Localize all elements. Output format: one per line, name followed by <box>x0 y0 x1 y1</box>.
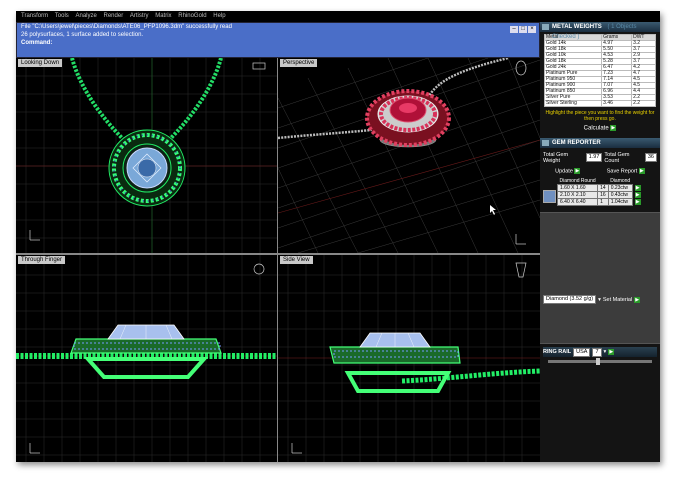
slider-handle[interactable] <box>596 358 600 366</box>
menu-help[interactable]: Help <box>213 13 225 19</box>
total-gem-count-label: Total Gem Count <box>604 151 630 164</box>
menu-bar: Transform Tools Analyze Render Artistry … <box>16 11 660 22</box>
gem-row: 2.10 X 2.10 16 0.43ctw ▶ <box>556 191 644 200</box>
gem-actions-row: Update ▶ Save Report ▶ <box>543 167 657 175</box>
menu-artistry[interactable]: Artistry <box>130 13 149 19</box>
viewport-perspective[interactable]: Perspective <box>278 58 540 253</box>
gem-totals-row: Total Gem Weight 1.97 Total Gem Count 36 <box>543 152 657 164</box>
ring-rail-title: RING RAIL <box>543 349 572 356</box>
gem-row: 1.60 X 1.60 14 0.23ctw ▶ <box>556 184 644 193</box>
panel-empty-area: Diamond (3.52 g/g) ▾ Set Material ▶ <box>540 212 660 345</box>
ring-rail-button[interactable]: ▶ <box>608 349 615 356</box>
gem-column-header: Diamond <box>610 178 631 185</box>
viewport-label[interactable]: Looking Down <box>18 59 63 67</box>
menu-analyze[interactable]: Analyze <box>75 13 96 19</box>
application-window: Transform Tools Analyze Render Artistry … <box>16 11 660 462</box>
material-select[interactable]: Diamond (3.52 g/g) <box>543 295 597 305</box>
gem-cell: 14 <box>597 184 609 193</box>
total-gem-weight-label: Total Gem Weight <box>543 151 569 164</box>
ring-size-slider[interactable] <box>548 358 652 366</box>
gem-cell: 16 <box>597 191 609 200</box>
calculate-button[interactable]: ▶ <box>610 125 617 131</box>
file-read-line: File "C:\Users\jewel\pieces\Diamonds\ATE… <box>21 24 232 30</box>
calculate-label: Calculate <box>583 125 609 132</box>
set-material-label: Set Material <box>602 296 633 303</box>
ring-rail-row: RING RAIL USA 7 ▾ ▶ <box>543 347 657 358</box>
save-report-label: Save Report <box>606 168 638 175</box>
viewport-through-finger[interactable]: Through Finger <box>16 255 277 462</box>
close-button[interactable]: × <box>528 26 536 33</box>
update-button[interactable]: ▶ <box>574 167 581 174</box>
menu-transform[interactable]: Transform <box>21 13 48 19</box>
viewport-label[interactable]: Side View <box>280 256 313 264</box>
update-label: Update <box>555 168 573 175</box>
gem-cell: 1 <box>597 198 609 207</box>
minimize-button[interactable]: – <box>510 26 518 33</box>
total-gem-weight-field[interactable]: 1.97 <box>585 153 603 163</box>
table-cell: Silver Sterling <box>543 100 603 107</box>
gem-table: Diamond Round Diamond 1.60 X 1.60 14 0.23c… <box>556 178 644 207</box>
gem-select-button[interactable]: ▶ <box>634 191 641 198</box>
side-view-render <box>278 255 540 462</box>
total-gem-count-field[interactable]: 36 <box>644 153 657 163</box>
top-view-render <box>16 58 277 253</box>
gem-cell: 6.40 X 6.40 <box>556 198 599 207</box>
gem-column-header: Diamond Round <box>559 178 596 185</box>
panel-icon <box>542 139 549 146</box>
viewport-label[interactable]: Perspective <box>280 59 318 67</box>
material-row: Diamond (3.52 g/g) ▾ Set Material ▶ <box>543 295 657 305</box>
ring-size-select[interactable]: 7 <box>592 347 602 357</box>
gem-cell: 1.04ctw <box>607 198 633 207</box>
restore-button[interactable]: □ <box>519 26 527 33</box>
panel-icon <box>542 24 549 30</box>
command-prompt[interactable]: Command: <box>17 39 539 47</box>
table-row: Silver Sterling 3.46 2.2 <box>543 100 656 107</box>
metal-weights-note: Highlight the piece you want to find the… <box>545 110 655 122</box>
table-cell: 2.2 <box>631 100 656 107</box>
ring-region-select[interactable]: USA <box>573 347 591 357</box>
metal-weights-table: Metal Grams DWT Gold 14k4.973.2Gold 18k5… <box>543 34 656 107</box>
gem-row: 6.40 X 6.40 1 1.04ctw ▶ <box>556 198 644 207</box>
gem-cell: 0.23ctw <box>607 184 633 193</box>
save-report-button[interactable]: ▶ <box>638 167 645 174</box>
viewport-divider-vertical[interactable] <box>277 58 278 462</box>
chevron-down-icon[interactable]: ▾ <box>604 349 607 355</box>
table-cell: 3.46 <box>601 100 633 107</box>
perspective-render <box>278 58 540 253</box>
chevron-down-icon[interactable]: ▾ <box>598 297 601 303</box>
viewport-side-view[interactable]: Side View <box>278 255 540 462</box>
command-history: File "C:\Users\jewel\pieces\Diamonds\ATE… <box>16 22 540 58</box>
set-material-button[interactable]: ▶ <box>634 296 641 303</box>
selection-line: 26 polysurfaces, 1 surface added to sele… <box>21 32 144 38</box>
viewport-label[interactable]: Through Finger <box>18 256 66 264</box>
gem-select-button[interactable]: ▶ <box>634 198 641 205</box>
metal-weights-title: METAL WEIGHTS <box>552 24 602 30</box>
gem-cell: 0.43ctw <box>607 191 633 200</box>
calculate-row: Calculate ▶ <box>540 125 660 132</box>
gem-cell: 1.60 X 1.60 <box>556 184 599 193</box>
menu-render[interactable]: Render <box>104 13 124 19</box>
front-view-render <box>16 255 277 462</box>
gem-reporter-title: GEM REPORTER <box>552 139 601 146</box>
viewport-looking-down[interactable]: Looking Down <box>16 58 277 253</box>
gem-reporter-header[interactable]: GEM REPORTER <box>540 137 660 148</box>
right-panel: METAL WEIGHTS ( 1 Objects Checked ) Meta… <box>540 22 660 462</box>
gem-cell: 2.10 X 2.10 <box>556 191 599 200</box>
viewport-divider-horizontal[interactable] <box>16 253 540 255</box>
gem-icon <box>543 190 556 203</box>
gem-select-button[interactable]: ▶ <box>634 184 641 191</box>
menu-tools[interactable]: Tools <box>55 13 69 19</box>
menu-rhinogold[interactable]: RhinoGold <box>178 13 206 19</box>
metal-weights-header[interactable]: METAL WEIGHTS ( 1 Objects Checked ) <box>540 22 660 40</box>
menu-matrix[interactable]: Matrix <box>155 13 171 19</box>
